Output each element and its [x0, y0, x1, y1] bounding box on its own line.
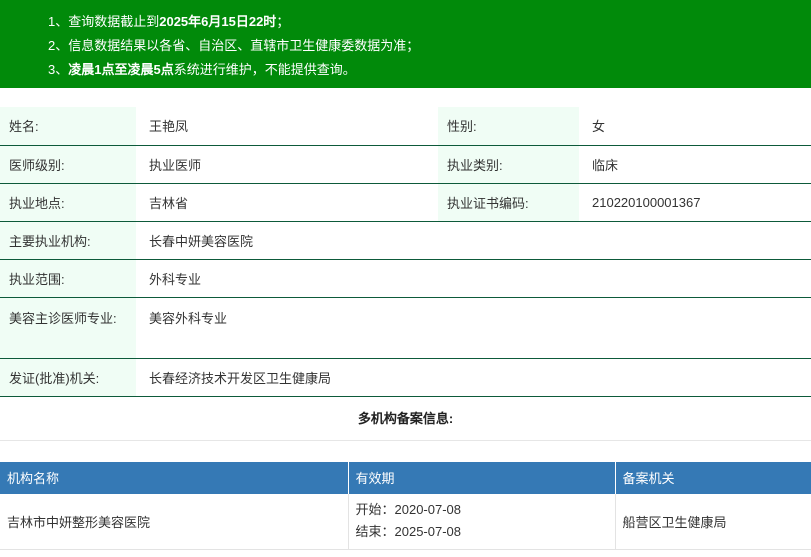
records-table: 机构名称 有效期 备案机关 吉林市中妍整形美容医院 开始：2020-07-08 … — [0, 461, 811, 550]
location-value: 吉林省 — [136, 183, 438, 222]
institution-value: 长春中妍美容医院 — [136, 221, 811, 260]
level-value: 执业医师 — [136, 145, 438, 184]
record-start: 开始：2020-07-08 — [355, 502, 462, 517]
scope-label: 执业范围: — [0, 259, 136, 298]
cert-value: 210220100001367 — [579, 183, 811, 222]
header-period: 有效期 — [348, 461, 616, 494]
scope-value: 外科专业 — [136, 259, 811, 298]
name-label: 姓名: — [0, 107, 136, 146]
table-row: 吉林市中妍整形美容医院 开始：2020-07-08 结束：2025-07-08 … — [0, 493, 811, 550]
cert-label: 执业证书编码: — [438, 183, 579, 222]
notice-line-3: 3、凌晨1点至凌晨5点系统进行维护，不能提供查询。 — [48, 62, 356, 77]
cosmetic-label: 美容主诊医师专业: — [0, 297, 136, 359]
record-institution: 吉林市中妍整形美容医院 — [0, 493, 349, 550]
gender-label: 性别: — [438, 107, 579, 146]
doctor-info-table: 姓名: 王艳凤 性别: 女 医师级别: 执业医师 执业类别: 临床 执业地点: … — [0, 107, 811, 397]
records-header-row: 机构名称 有效期 备案机关 — [0, 461, 811, 494]
authority-value: 长春经济技术开发区卫生健康局 — [136, 358, 811, 397]
multi-institution-title: 多机构备案信息: — [0, 397, 811, 441]
category-label: 执业类别: — [438, 145, 579, 184]
location-label: 执业地点: — [0, 183, 136, 222]
category-value: 临床 — [579, 145, 811, 184]
header-authority: 备案机关 — [615, 461, 811, 494]
notice-banner: 1、查询数据截止到2025年6月15日22时； 2、信息数据结果以各省、自治区、… — [0, 0, 811, 88]
header-institution: 机构名称 — [0, 461, 349, 494]
cosmetic-value: 美容外科专业 — [136, 297, 811, 359]
gender-value: 女 — [579, 107, 811, 146]
level-label: 医师级别: — [0, 145, 136, 184]
authority-label: 发证(批准)机关: — [0, 358, 136, 397]
record-period: 开始：2020-07-08 结束：2025-07-08 — [348, 493, 616, 550]
notice-line-1: 1、查询数据截止到2025年6月15日22时； — [48, 14, 290, 29]
notice-line-2: 2、信息数据结果以各省、自治区、直辖市卫生健康委数据为准； — [48, 38, 420, 53]
name-value: 王艳凤 — [136, 107, 438, 146]
record-authority: 船营区卫生健康局 — [615, 493, 811, 550]
record-end: 结束：2025-07-08 — [355, 524, 462, 539]
institution-label: 主要执业机构: — [0, 221, 136, 260]
